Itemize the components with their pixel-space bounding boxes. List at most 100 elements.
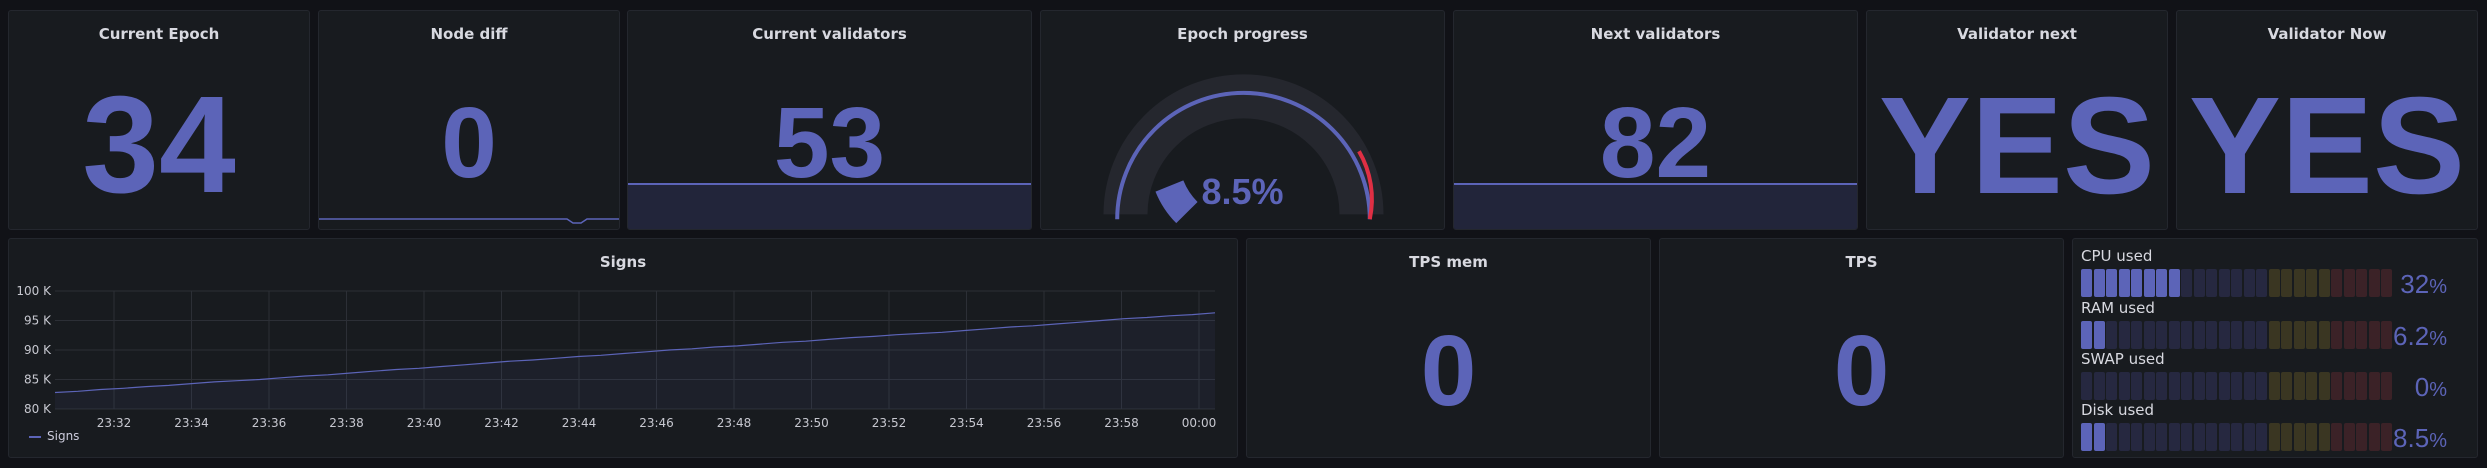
validator-now-panel: Validator Now YES — [2176, 10, 2478, 230]
gauge-cell — [2143, 269, 2155, 297]
series-area — [55, 312, 1215, 409]
gauge-cell — [2118, 321, 2130, 349]
gauge-cell — [2368, 423, 2380, 451]
current-epoch-value: 34 — [82, 68, 236, 222]
gauge-cell — [2293, 372, 2305, 400]
gauge-cell — [2331, 321, 2342, 349]
gauge-cell — [2268, 372, 2280, 400]
resource-label: SWAP used — [2081, 350, 2165, 368]
gauge-cell — [2243, 269, 2255, 297]
x-tick-label: 23:38 — [329, 416, 364, 430]
panel-title: Current Epoch — [98, 25, 220, 43]
gauge-cell — [2193, 321, 2205, 349]
gauge-cell — [2306, 372, 2317, 400]
y-tick-label: 95 K — [24, 314, 52, 328]
gauge-cell — [2206, 372, 2217, 400]
panel-title: Current validators — [752, 25, 907, 43]
panel-title: Next validators — [1590, 25, 1721, 43]
x-tick-label: 23:46 — [639, 416, 674, 430]
gauge-cell — [2156, 423, 2167, 451]
gauge-cell — [2268, 321, 2280, 349]
resources-panel: CPU used 32% RAM used 6.2% SWAP used 0% Disk u… — [2072, 238, 2478, 458]
x-tick-label: 23:40 — [407, 416, 442, 430]
gauge-cell — [2231, 321, 2242, 349]
resource-value: 0% — [2414, 372, 2447, 402]
gauge-cell — [2368, 372, 2380, 400]
gauge-cell — [2231, 423, 2242, 451]
gauge-cell — [2318, 321, 2330, 349]
resource-label: RAM used — [2081, 299, 2155, 317]
gauge-cell — [2093, 372, 2105, 400]
panel-title: TPS mem — [1409, 253, 1488, 271]
y-tick-label: 90 K — [24, 343, 52, 357]
x-tick-label: 23:52 — [872, 416, 907, 430]
next-validators-panel: Next validators 82 — [1453, 10, 1858, 230]
gauge-cell — [2131, 269, 2142, 297]
gauge-cell — [2106, 269, 2117, 297]
current-epoch-panel: Current Epoch 34 — [8, 10, 310, 230]
gauge-cell — [2106, 423, 2117, 451]
gauge-cell — [2331, 372, 2342, 400]
tps-mem-value: 0 — [1420, 315, 1477, 427]
tps-mem-panel: TPS mem 0 — [1246, 238, 1651, 458]
validator-now-value: YES — [2188, 69, 2466, 223]
gauge-cell — [2181, 269, 2192, 297]
gauge-cell — [2281, 321, 2292, 349]
gauge-cell — [2143, 321, 2155, 349]
gauge-cell — [2318, 269, 2330, 297]
gauge-cell — [2206, 321, 2217, 349]
resource-value: 8.5% — [2393, 423, 2447, 453]
node-diff-panel: Node diff 0 — [318, 10, 620, 230]
gauge-cell — [2343, 269, 2355, 297]
x-tick-label: 23:48 — [717, 416, 752, 430]
gauge-cell — [2281, 269, 2292, 297]
gauge-cell — [2143, 372, 2155, 400]
panel-title: Validator Now — [2267, 25, 2387, 43]
gauge-cell — [2306, 269, 2317, 297]
chart-legend[interactable]: Signs — [29, 429, 79, 443]
gauge-cell — [2218, 372, 2230, 400]
gauge-cell — [2081, 269, 2092, 297]
gauge-cell — [2356, 372, 2367, 400]
resource-bar-gauge — [2081, 269, 2392, 297]
gauge-cell — [2093, 321, 2105, 349]
x-tick-label: 23:34 — [174, 416, 209, 430]
gauge-cell — [2131, 423, 2142, 451]
node-diff-value: 0 — [441, 87, 497, 199]
y-tick-label: 80 K — [24, 402, 52, 416]
gauge-cell — [2243, 423, 2255, 451]
next-validators-value: 82 — [1599, 87, 1712, 199]
tps-panel: TPS 0 — [1659, 238, 2064, 458]
x-tick-label: 23:42 — [484, 416, 519, 430]
x-tick-label: 00:00 — [1182, 416, 1217, 430]
gauge-cell — [2256, 423, 2267, 451]
gauge-cell — [2131, 321, 2142, 349]
y-tick-label: 100 K — [16, 284, 52, 298]
gauge-cell — [2231, 372, 2242, 400]
gauge-cell — [2181, 423, 2192, 451]
gauge-cell — [2268, 269, 2280, 297]
gauge-cell — [2281, 372, 2292, 400]
gauge-cell — [2156, 321, 2167, 349]
gauge-cell — [2381, 372, 2392, 400]
gauge-cell — [2268, 423, 2280, 451]
x-tick-label: 23:56 — [1027, 416, 1062, 430]
gauge-cell — [2356, 423, 2367, 451]
gauge-cell — [2343, 372, 2355, 400]
resource-value: 32% — [2400, 269, 2447, 299]
gauge-cell — [2106, 321, 2117, 349]
gauge-cell — [2293, 423, 2305, 451]
gauge-cell — [2168, 423, 2180, 451]
gauge-cell — [2356, 321, 2367, 349]
gauge-cell — [2218, 321, 2230, 349]
x-tick-label: 23:50 — [794, 416, 829, 430]
legend-swatch — [29, 435, 41, 438]
gauge-cell — [2118, 269, 2130, 297]
next-validators-sparkline — [1454, 183, 1857, 229]
gauge-cell — [2206, 423, 2217, 451]
gauge-cell — [2343, 321, 2355, 349]
gauge-cell — [2256, 321, 2267, 349]
gauge-cell — [2181, 372, 2192, 400]
epoch-progress-panel: Epoch progress 8.5% — [1040, 10, 1445, 230]
gauge-cell — [2193, 372, 2205, 400]
